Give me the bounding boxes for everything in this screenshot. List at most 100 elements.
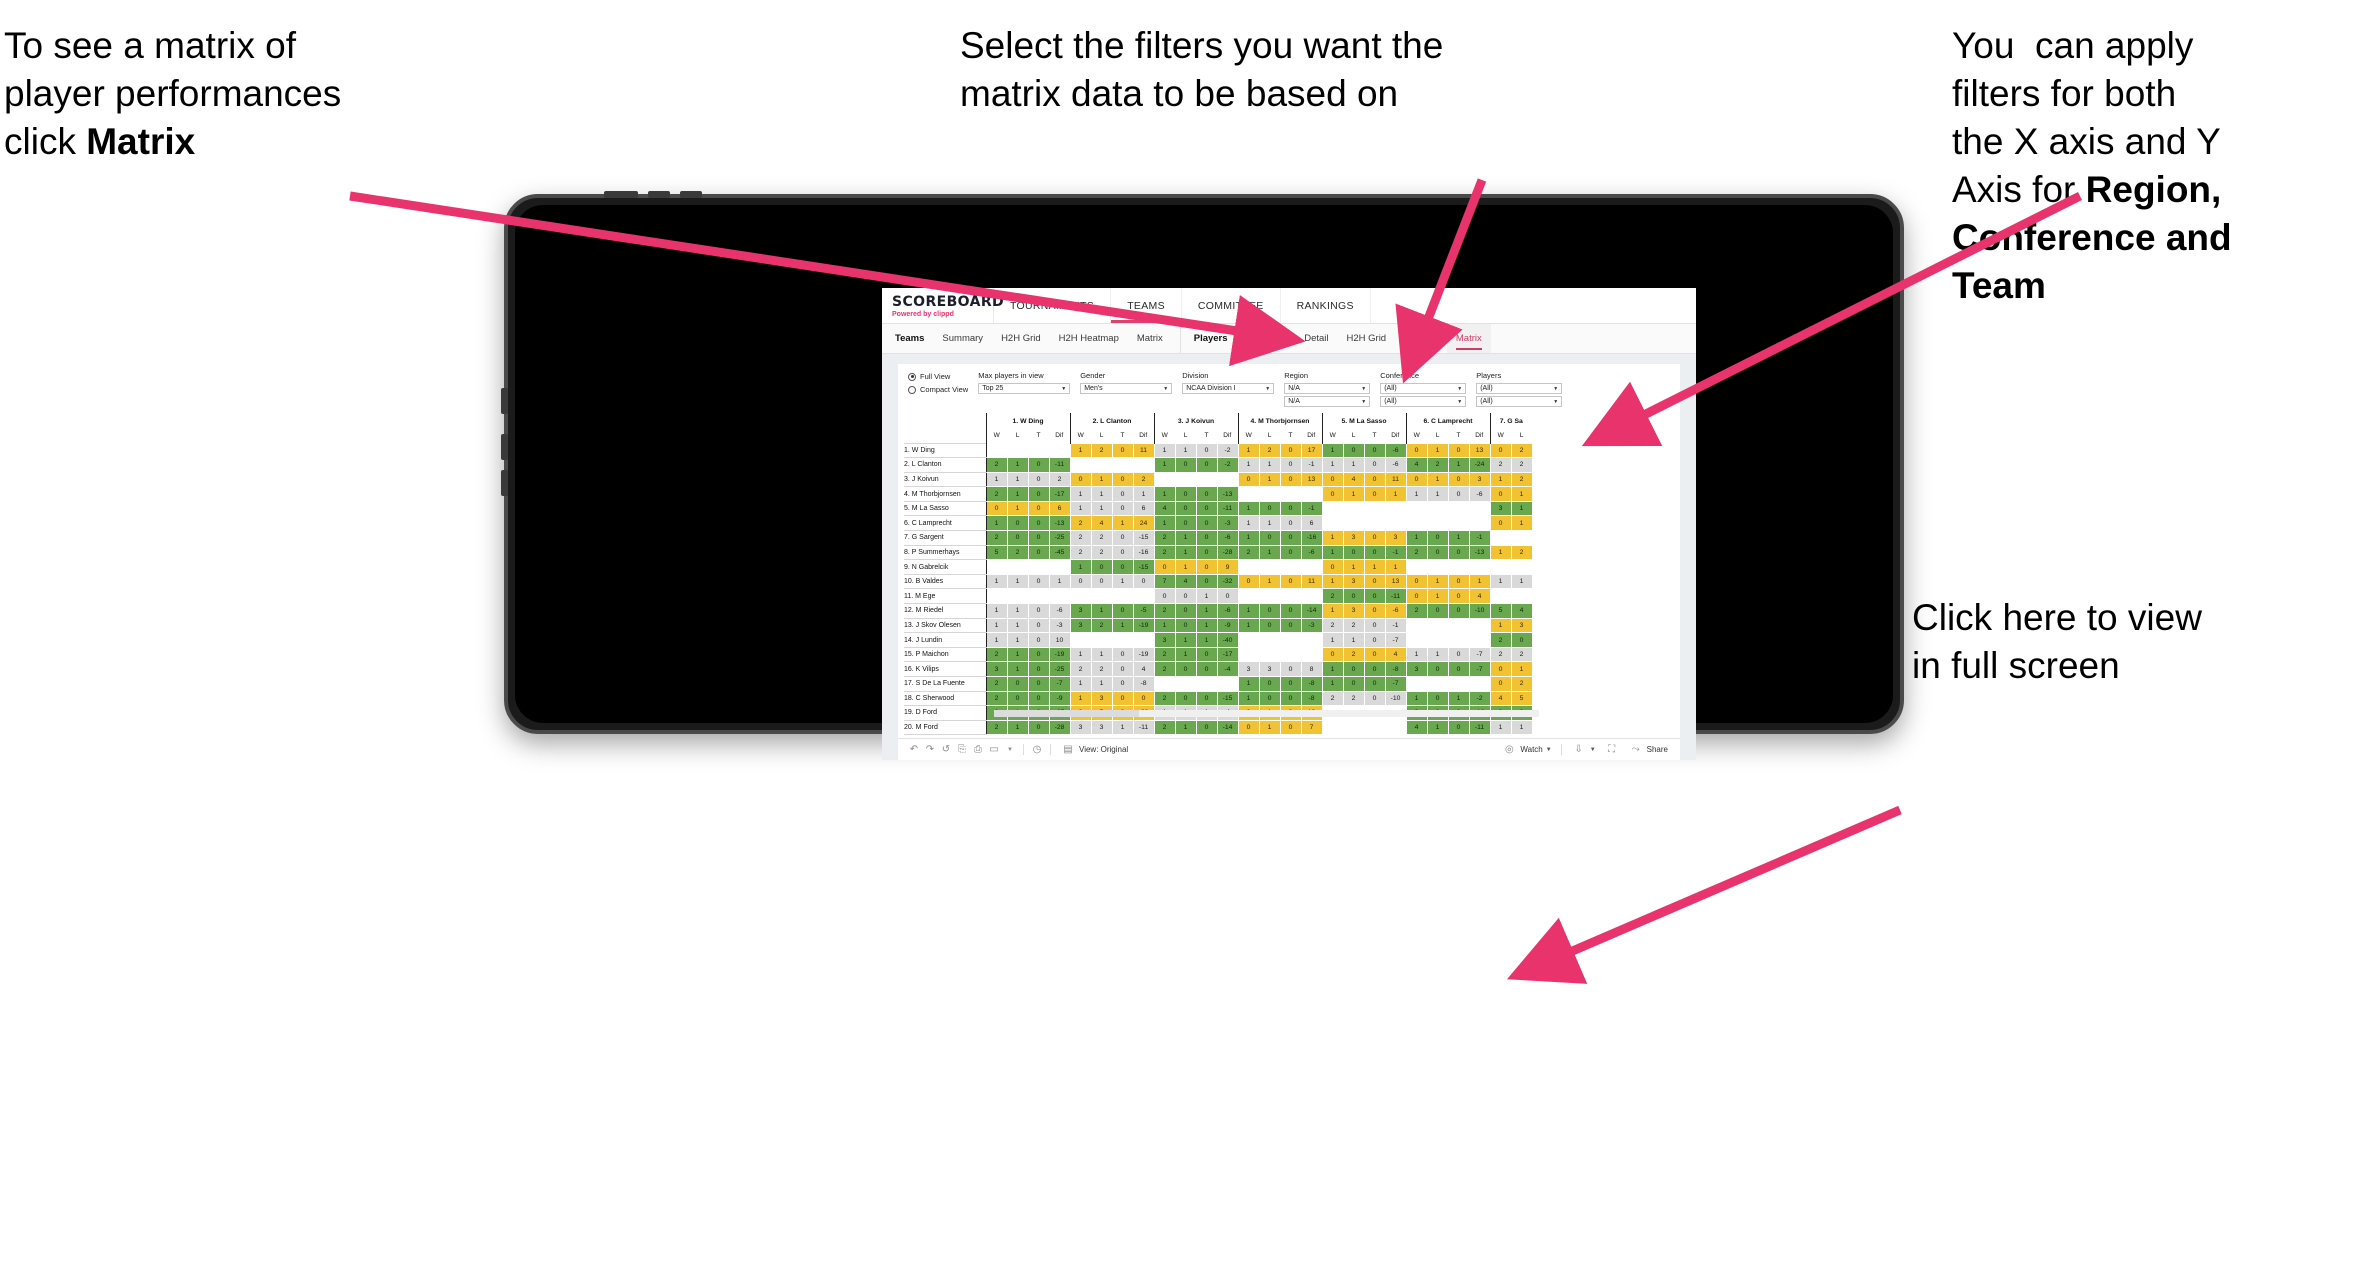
matrix-cell[interactable] (1363, 719, 1386, 736)
matrix-cell[interactable]: 0 (1489, 515, 1512, 532)
matrix-cell[interactable]: 1 (1258, 719, 1281, 736)
matrix-cell[interactable]: 2 (1321, 588, 1344, 605)
matrix-cell[interactable] (1237, 588, 1260, 605)
matrix-cell[interactable]: 0 (1174, 690, 1197, 707)
matrix-cell[interactable]: -11 (1132, 719, 1155, 736)
matrix-cell[interactable] (1405, 632, 1428, 648)
matrix-cell[interactable]: 1 (985, 471, 1008, 488)
redo-icon[interactable]: ↷ (922, 744, 938, 755)
matrix-cell[interactable]: 1 (1321, 603, 1344, 619)
matrix-cell[interactable]: -25 (1048, 661, 1071, 677)
matrix-cell[interactable]: 1 (1489, 544, 1512, 561)
fullscreen-button[interactable]: ⛶ (1600, 744, 1624, 755)
nav-item-rankings[interactable]: RANKINGS (1281, 288, 1371, 323)
matrix-cell[interactable]: 1 (1069, 690, 1092, 707)
matrix-cell[interactable]: 1 (1447, 690, 1470, 707)
matrix-cell[interactable]: -9 (1216, 617, 1239, 634)
matrix-cell[interactable]: 3 (1342, 573, 1365, 590)
tab-players-h2h-heatmap[interactable]: H2H He (1395, 324, 1447, 353)
matrix-cell[interactable]: 3 (1510, 617, 1533, 634)
matrix-cell[interactable]: 0 (1090, 573, 1113, 590)
matrix-cell[interactable]: 1 (1258, 544, 1281, 561)
matrix-cell[interactable]: 0 (1195, 457, 1218, 473)
matrix-cell[interactable] (1174, 471, 1197, 488)
matrix-cell[interactable]: 1 (1006, 457, 1029, 473)
matrix-cell[interactable]: 0 (1174, 588, 1197, 605)
matrix-cell[interactable]: -16 (1300, 530, 1323, 546)
matrix-cell[interactable]: -11 (1048, 457, 1071, 473)
matrix-cell[interactable]: 0 (1279, 471, 1302, 488)
matrix-cell[interactable]: 0 (1132, 690, 1155, 707)
matrix-cell[interactable]: -1 (1300, 500, 1323, 517)
matrix-cell[interactable]: -1 (1468, 530, 1491, 546)
matrix-cell[interactable]: 0 (985, 500, 1008, 517)
matrix-cell[interactable] (1489, 588, 1512, 605)
matrix-cell[interactable]: -15 (1132, 530, 1155, 546)
matrix-cell[interactable]: 1 (1006, 646, 1029, 663)
matrix-cell[interactable]: 0 (1111, 500, 1134, 517)
matrix-cell[interactable]: 0 (1027, 457, 1050, 473)
matrix-cell[interactable] (1405, 559, 1428, 575)
matrix-cell[interactable]: -13 (1216, 486, 1239, 502)
matrix-cell[interactable]: -19 (1132, 617, 1155, 634)
matrix-cell[interactable]: 0 (1195, 442, 1218, 459)
matrix-cell[interactable]: 2 (985, 676, 1008, 692)
matrix-cell[interactable]: 2 (1069, 661, 1092, 677)
matrix-cell[interactable]: 0 (1279, 442, 1302, 459)
matrix-cell[interactable]: 0 (1237, 573, 1260, 590)
matrix-cell[interactable]: 2 (1090, 661, 1113, 677)
matrix-cell[interactable] (1258, 646, 1281, 663)
matrix-cell[interactable] (1321, 515, 1344, 532)
matrix-cell[interactable]: 3 (1468, 471, 1491, 488)
matrix-cell[interactable]: 1 (1237, 676, 1260, 692)
matrix-cell[interactable]: 2 (1153, 646, 1176, 663)
matrix-cell[interactable]: 0 (1174, 486, 1197, 502)
matrix-cell[interactable] (1300, 588, 1323, 605)
matrix-cell[interactable]: 2 (1090, 617, 1113, 634)
matrix-cell[interactable]: 0 (1447, 719, 1470, 736)
matrix-cell[interactable]: 0 (1447, 646, 1470, 663)
matrix-cell[interactable] (1447, 632, 1470, 648)
matrix-cell[interactable]: 2 (985, 719, 1008, 736)
filter-players-select-y[interactable]: (All) ▼ (1476, 396, 1563, 407)
matrix-cell[interactable]: 0 (1447, 471, 1470, 488)
matrix-cell[interactable]: 2 (1153, 719, 1176, 736)
matrix-cell[interactable]: 0 (1363, 442, 1386, 459)
matrix-cell[interactable]: -6 (1384, 457, 1407, 473)
clock-icon[interactable]: ◷ (1029, 744, 1045, 755)
undo-icon[interactable]: ↶ (906, 744, 922, 755)
matrix-cell[interactable]: 0 (1006, 690, 1029, 707)
matrix-cell[interactable]: 11 (1132, 442, 1155, 459)
matrix-cell[interactable]: 0 (1027, 603, 1050, 619)
matrix-cell[interactable] (1258, 632, 1281, 648)
matrix-cell[interactable] (1363, 500, 1386, 517)
matrix-cell[interactable] (1237, 559, 1260, 575)
download-button[interactable]: ⇩ ▼ (1567, 744, 1600, 755)
matrix-cell[interactable]: 2 (1153, 690, 1176, 707)
matrix-cell[interactable]: 0 (1069, 573, 1092, 590)
matrix-cell[interactable] (1342, 500, 1365, 517)
matrix-cell[interactable]: 1 (1090, 646, 1113, 663)
matrix-cell[interactable]: 1 (1195, 617, 1218, 634)
matrix-cell[interactable] (1132, 457, 1155, 473)
matrix-cell[interactable]: 1 (1237, 500, 1260, 517)
matrix-cell[interactable]: 0 (1258, 676, 1281, 692)
matrix-cell[interactable]: 1 (1426, 719, 1449, 736)
matrix-cell[interactable]: 0 (1279, 676, 1302, 692)
matrix-cell[interactable] (1048, 588, 1071, 605)
matrix-cell[interactable]: 2 (1258, 442, 1281, 459)
matrix-cell[interactable]: 1 (1384, 559, 1407, 575)
matrix-cell[interactable] (1468, 617, 1491, 634)
matrix-cell[interactable]: 3 (1405, 661, 1428, 677)
matrix-cell[interactable]: 2 (1006, 544, 1029, 561)
pause-icon[interactable]: ⎙ (970, 744, 986, 755)
matrix-cell[interactable]: 1 (1069, 486, 1092, 502)
matrix-cell[interactable]: 1 (1342, 486, 1365, 502)
matrix-cell[interactable] (1489, 559, 1512, 575)
matrix-cell[interactable]: 2 (985, 646, 1008, 663)
matrix-cell[interactable] (1468, 676, 1491, 692)
matrix-cell[interactable] (1447, 676, 1470, 692)
matrix-cell[interactable]: 1 (1195, 632, 1218, 648)
matrix-cell[interactable]: -2 (1216, 442, 1239, 459)
matrix-cell[interactable]: 1 (985, 632, 1008, 648)
